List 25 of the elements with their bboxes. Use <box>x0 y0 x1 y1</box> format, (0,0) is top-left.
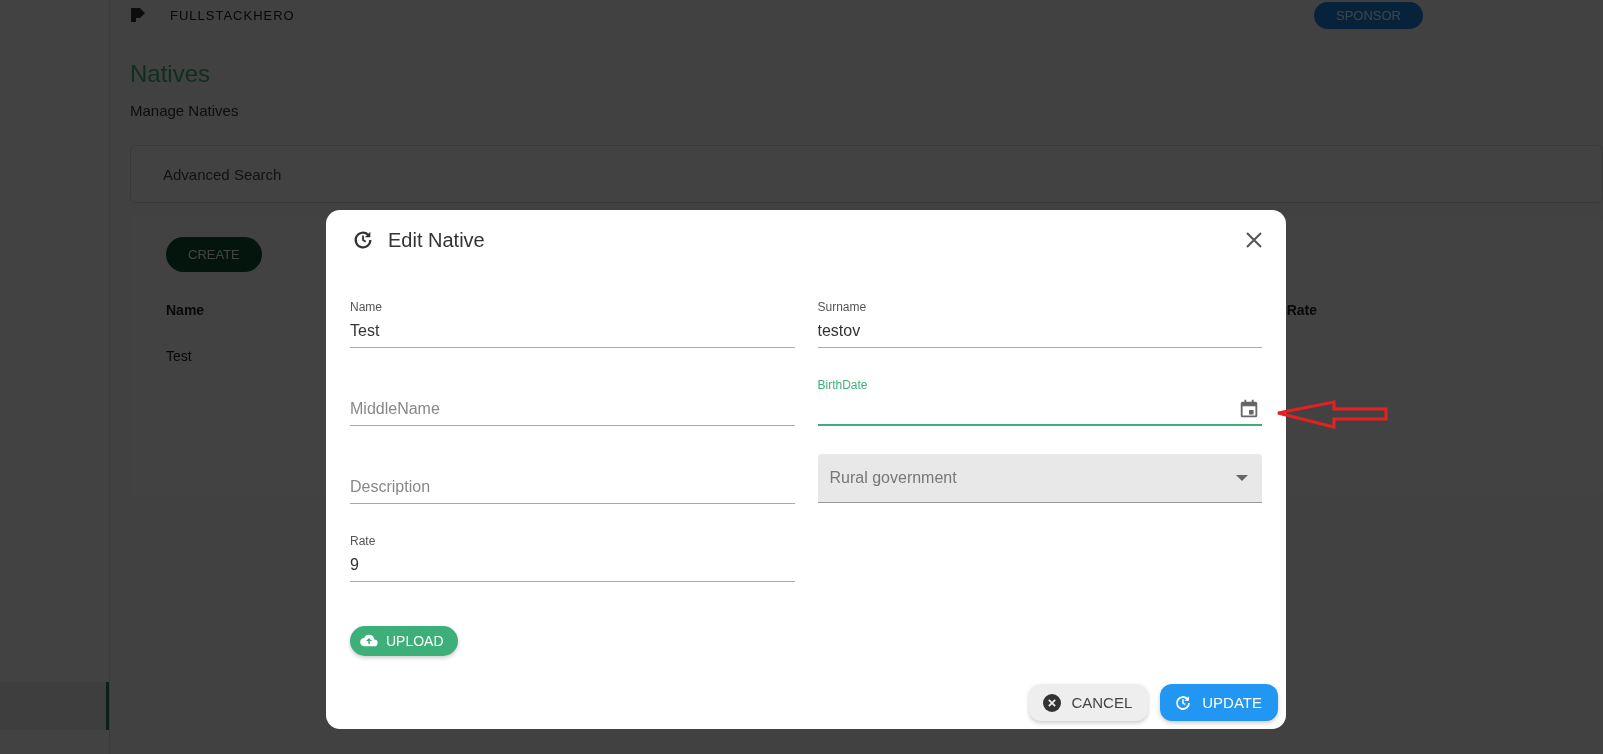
dropdown-caret-icon <box>1236 475 1248 481</box>
column-header: Rate <box>1286 302 1317 318</box>
close-circle-icon <box>1043 693 1062 712</box>
close-icon[interactable] <box>1246 232 1262 248</box>
field-label: BirthDate <box>817 378 868 392</box>
cloud-upload-icon <box>360 634 378 648</box>
update-button[interactable]: UPDATE <box>1160 684 1278 721</box>
text-field[interactable]: 9 <box>350 554 795 582</box>
field-label: Surname <box>817 300 867 314</box>
field-label: Name <box>350 300 382 314</box>
refresh-icon <box>352 229 374 251</box>
column-header: Name <box>166 302 205 318</box>
calendar-icon[interactable] <box>1238 398 1260 420</box>
brand-name: FULLSTACKHERO <box>170 7 295 23</box>
field-label: Rate <box>350 534 376 548</box>
dialog-title: Edit Native <box>388 228 486 252</box>
text-field[interactable]: Test <box>350 320 795 348</box>
text-field[interactable]: Description <box>350 476 795 504</box>
upload-button[interactable]: UPLOAD <box>350 626 458 656</box>
cancel-button[interactable]: CANCEL <box>1029 684 1149 721</box>
text-field[interactable]: MiddleName <box>350 398 795 426</box>
select-field[interactable]: Rural government <box>817 454 1262 503</box>
text-field[interactable]: testov <box>817 320 1262 348</box>
refresh-icon <box>1174 693 1193 712</box>
table-cell: Test <box>166 348 192 364</box>
